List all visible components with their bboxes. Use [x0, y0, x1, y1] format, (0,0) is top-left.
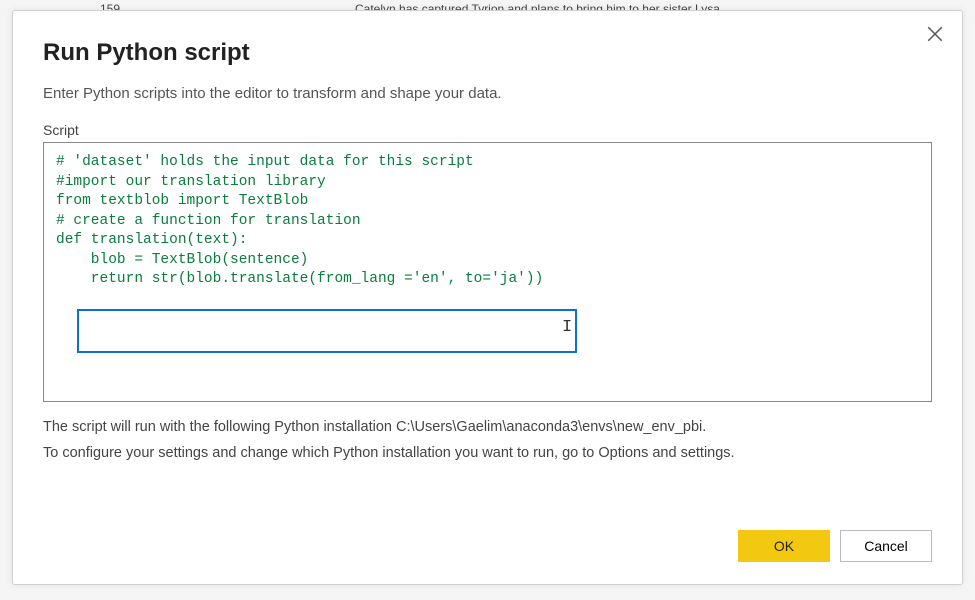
dialog-button-row: OK Cancel	[43, 510, 932, 562]
cancel-button[interactable]: Cancel	[840, 530, 932, 562]
code-line: def translation(text):	[56, 231, 919, 251]
code-line: # 'dataset' holds the input data for thi…	[56, 153, 919, 173]
selection-highlight	[77, 309, 577, 353]
dialog-title: Run Python script	[43, 39, 932, 67]
code-line: # create a function for translation	[56, 212, 919, 232]
close-button[interactable]	[926, 25, 944, 43]
code-line: blob = TextBlob(sentence)	[56, 251, 919, 271]
footer-line-2: To configure your settings and change wh…	[43, 440, 932, 466]
footer-info: The script will run with the following P…	[43, 414, 932, 466]
text-cursor-icon: I	[562, 317, 563, 337]
code-line: return str(blob.translate(from_lang ='en…	[56, 270, 919, 290]
close-icon	[926, 25, 944, 43]
script-editor[interactable]: # 'dataset' holds the input data for thi…	[43, 142, 932, 402]
code-line: from textblob import TextBlob	[56, 192, 919, 212]
code-line: #import our translation library	[56, 173, 919, 193]
dialog-subtitle: Enter Python scripts into the editor to …	[43, 85, 932, 102]
footer-line-1: The script will run with the following P…	[43, 414, 932, 440]
ok-button[interactable]: OK	[738, 530, 830, 562]
script-label: Script	[43, 122, 932, 138]
run-python-script-dialog: Run Python script Enter Python scripts i…	[12, 10, 963, 585]
